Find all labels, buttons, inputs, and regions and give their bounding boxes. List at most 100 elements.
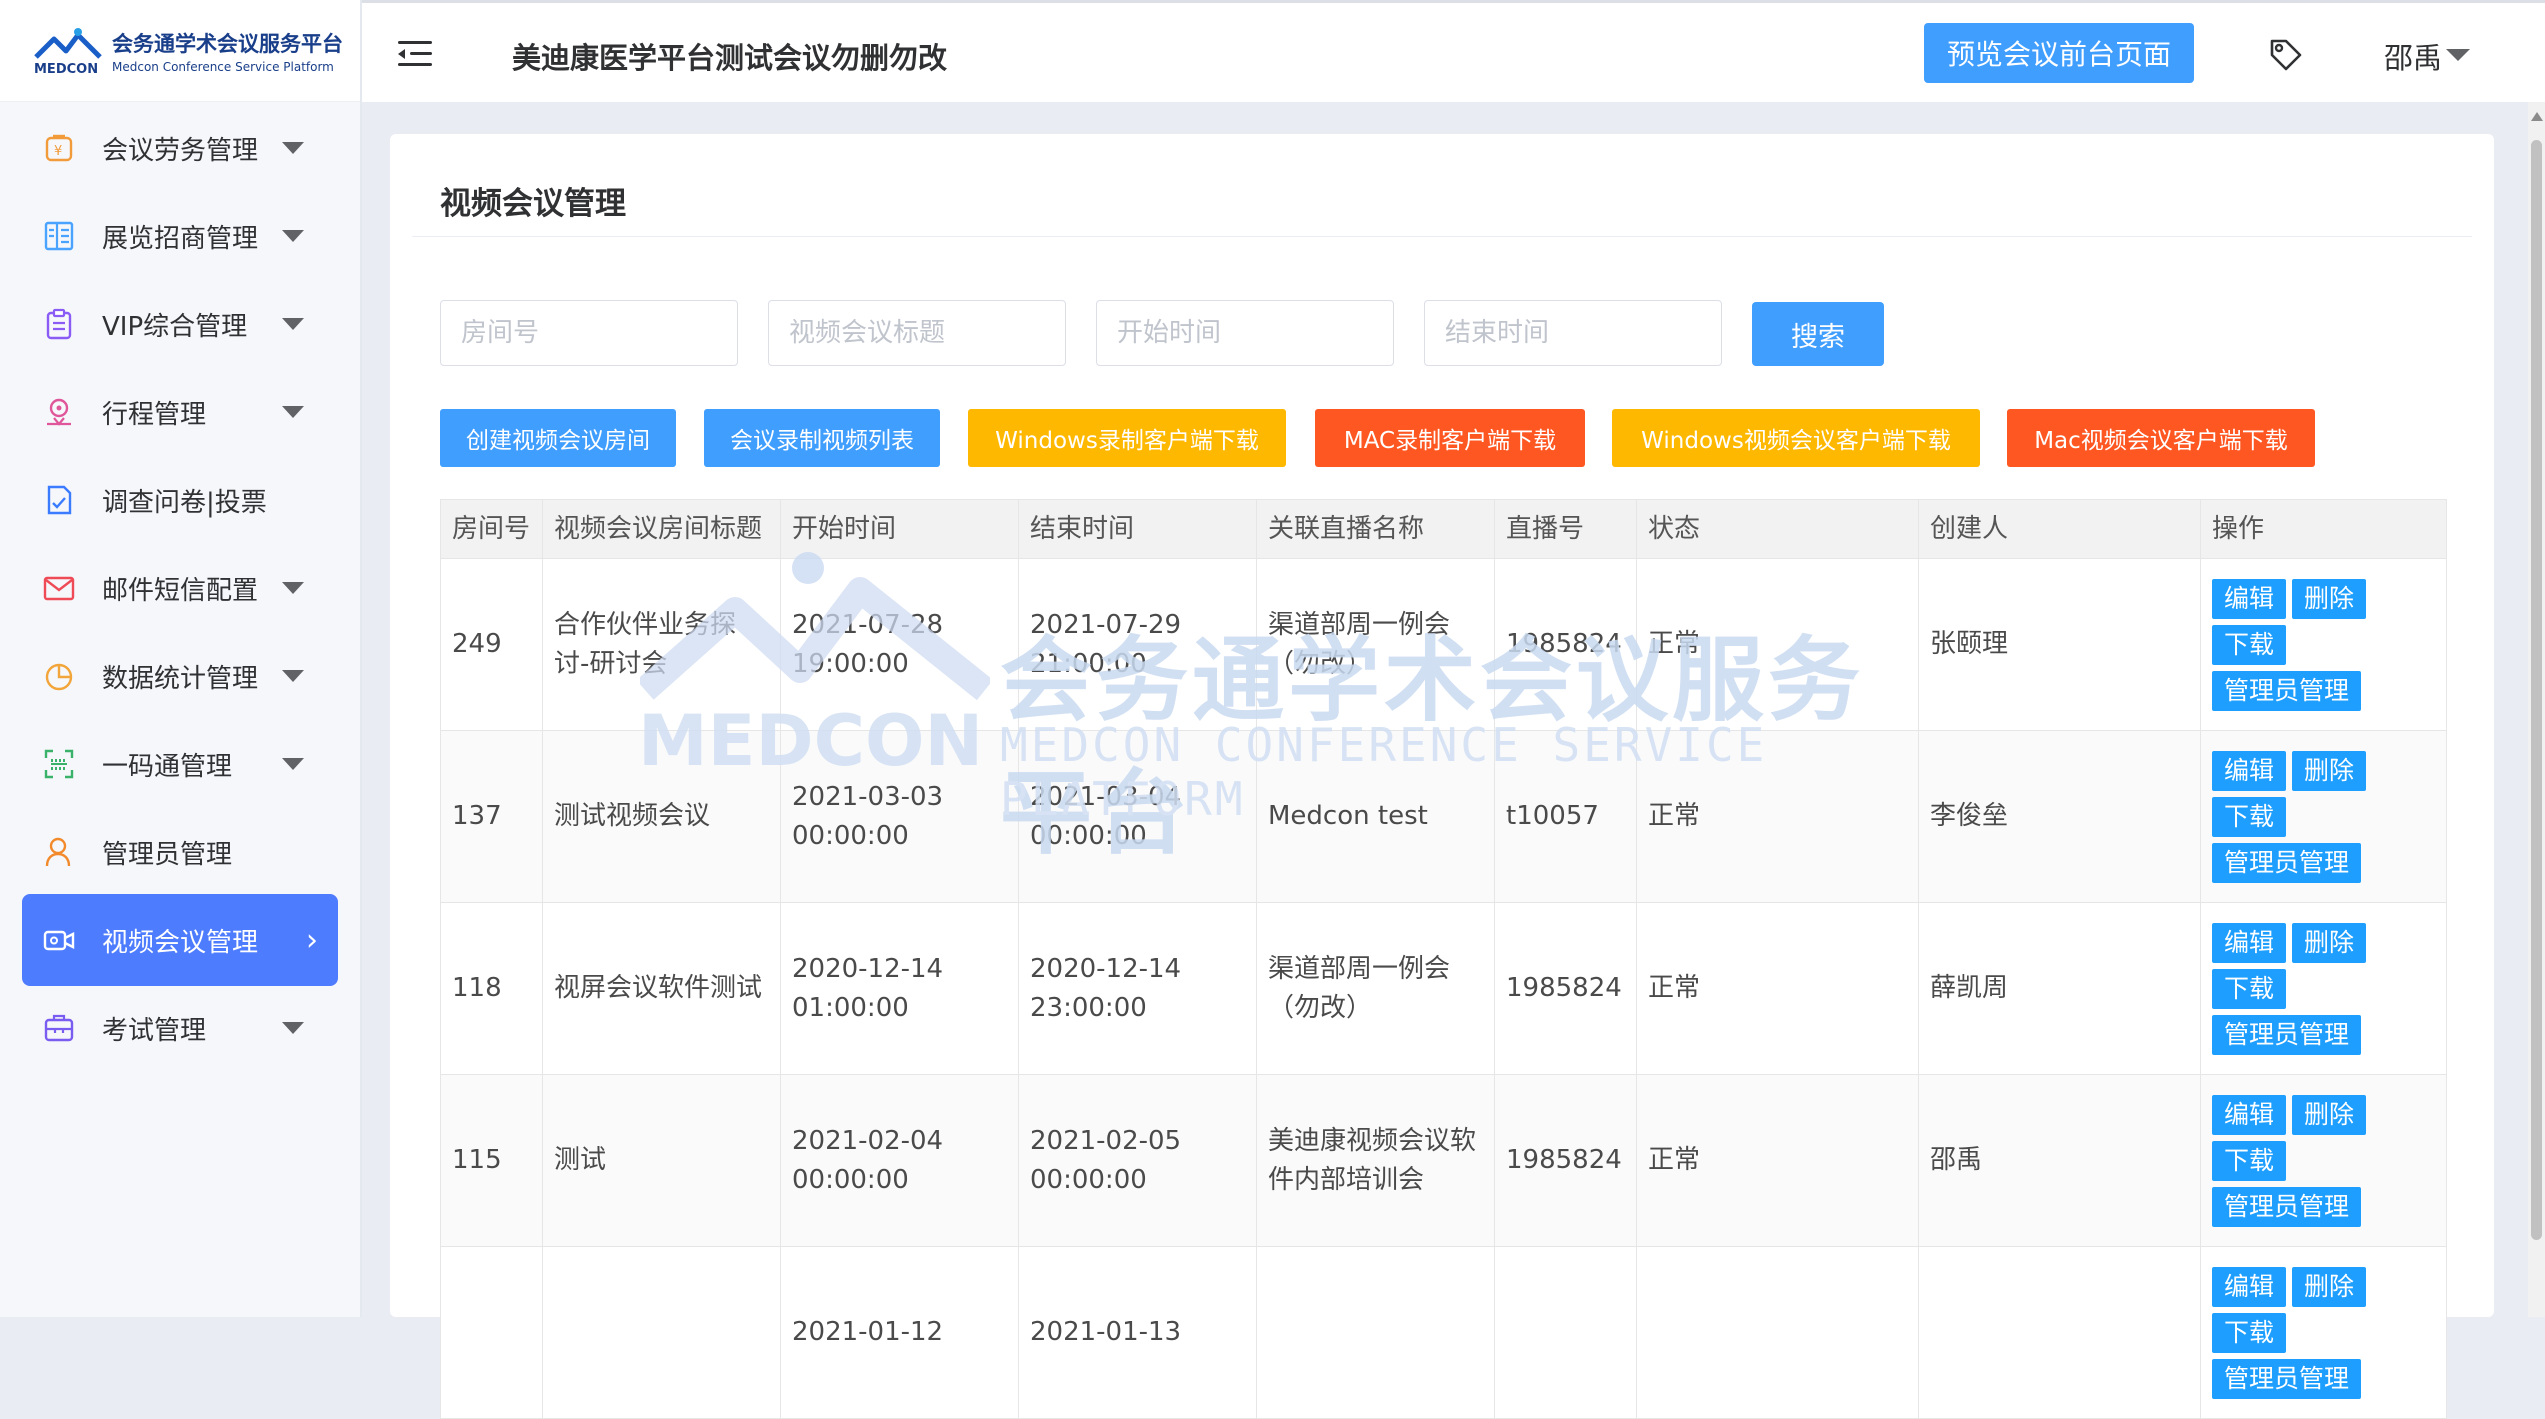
manage-admins-button[interactable]: 管理员管理 [2212, 842, 2362, 883]
create-room-button[interactable]: 创建视频会议房间 [440, 409, 676, 467]
brand-name: 会务通学术会议服务平台 [112, 31, 343, 56]
download-button[interactable]: 下载 [2212, 968, 2287, 1009]
cell-end: 2020-12-14 23:00:00 [1018, 902, 1257, 1075]
delete-button[interactable]: 删除 [2292, 1266, 2367, 1307]
collapse-menu-icon[interactable] [398, 39, 432, 69]
table-row: 249 合作伙伴业务探讨-研讨会 2021-07-28 19:00:00 2021-07… [440, 558, 2447, 731]
edit-button[interactable]: 编辑 [2212, 1094, 2287, 1135]
cell-operations: 编辑 删除 下载管理员管理 [2200, 902, 2447, 1075]
column-header[interactable]: 结束时间 [1018, 499, 1257, 559]
download-button[interactable]: 下载 [2212, 1140, 2287, 1181]
page-title: 视频会议管理 [440, 186, 626, 222]
cell-start: 2021-07-28 19:00:00 [780, 558, 1019, 731]
delete-button[interactable]: 删除 [2292, 750, 2367, 791]
sidebar-item-labor[interactable]: ¥ 会议劳务管理 [22, 102, 338, 194]
meeting-title-input[interactable] [768, 300, 1066, 366]
sidebar-item-vip[interactable]: VIP综合管理 [22, 278, 338, 370]
column-header[interactable]: 关联直播名称 [1256, 499, 1495, 559]
column-header[interactable]: 开始时间 [780, 499, 1019, 559]
sidebar-item-label: 邮件短信配置 [102, 575, 259, 606]
sidebar-item-label: VIP综合管理 [102, 311, 248, 342]
edit-button[interactable]: 编辑 [2212, 922, 2287, 963]
windows-recorder-download-button[interactable]: Windows录制客户端下载 [968, 409, 1286, 467]
edit-button[interactable]: 编辑 [2212, 750, 2287, 791]
room-number-input[interactable] [440, 300, 738, 366]
scroll-up-icon[interactable] [2531, 112, 2543, 121]
manage-admins-button[interactable]: 管理员管理 [2212, 1186, 2362, 1227]
page-scrollbar[interactable] [2528, 102, 2545, 1317]
recording-list-button[interactable]: 会议录制视频列表 [704, 409, 940, 467]
sidebar: MEDCON 会务通学术会议服务平台 Medcon Conference Ser… [0, 0, 362, 1317]
start-time-input[interactable] [1096, 300, 1394, 366]
cell-start: 2020-12-14 01:00:00 [780, 902, 1019, 1075]
sidebar-item-statistics[interactable]: 数据统计管理 [22, 630, 338, 722]
preview-frontend-button[interactable]: 预览会议前台页面 [1924, 23, 2194, 83]
cell-creator: 张颐理 [1918, 558, 2201, 731]
caret-down-icon[interactable] [2446, 49, 2470, 61]
cell-room [440, 1246, 543, 1419]
cell-live-no: 1985824 [1494, 902, 1637, 1075]
delete-button[interactable]: 删除 [2292, 922, 2367, 963]
cell-end-time: 00:00:00 [1030, 1164, 1147, 1195]
download-button[interactable]: 下载 [2212, 624, 2287, 665]
user-menu[interactable]: 邵禹 [2384, 35, 2442, 77]
end-time-input[interactable] [1424, 300, 1722, 366]
manage-admins-button[interactable]: 管理员管理 [2212, 1358, 2362, 1399]
mac-meeting-client-download-button[interactable]: Mac视频会议客户端下载 [2007, 409, 2315, 467]
cell-creator: 邵禹 [1918, 1074, 2201, 1247]
tag-icon[interactable] [2268, 37, 2304, 73]
column-header[interactable]: 创建人 [1918, 499, 2201, 559]
cell-title: 测试视频会议 [542, 730, 781, 903]
edit-button[interactable]: 编辑 [2212, 578, 2287, 619]
cell-end-time: 00:00:00 [1030, 820, 1147, 851]
exam-icon [44, 1014, 74, 1042]
download-button[interactable]: 下载 [2212, 1312, 2287, 1353]
money-bag-icon: ¥ [45, 134, 73, 162]
cell-status: 正常 [1636, 1074, 1919, 1247]
cell-status: 正常 [1636, 902, 1919, 1075]
cell-room: 137 [440, 730, 543, 903]
scrollbar-thumb[interactable] [2531, 140, 2542, 1240]
column-header[interactable]: 房间号 [440, 499, 543, 559]
cell-end: 2021-03-04 00:00:00 [1018, 730, 1257, 903]
cell-creator: 薛凯周 [1918, 902, 2201, 1075]
brand-tagline: Medcon Conference Service Platform [112, 59, 334, 74]
cell-start-time: 00:00:00 [792, 1164, 909, 1195]
video-camera-icon [43, 930, 75, 951]
windows-meeting-client-download-button[interactable]: Windows视频会议客户端下载 [1612, 409, 1980, 467]
manage-admins-button[interactable]: 管理员管理 [2212, 1014, 2362, 1055]
caret-down-icon [282, 670, 304, 682]
search-button[interactable]: 搜索 [1752, 302, 1884, 366]
delete-button[interactable]: 删除 [2292, 578, 2367, 619]
sidebar-item-one-code[interactable]: 一码通管理 [22, 718, 338, 810]
scan-code-icon [44, 749, 74, 779]
sidebar-item-itinerary[interactable]: 行程管理 [22, 366, 338, 458]
cell-end-date: 2020-12-14 [1030, 953, 1182, 984]
table-header-row: 房间号 视频会议房间标题 开始时间 结束时间 关联直播名称 直播号 状态 创建人… [440, 499, 2447, 559]
mail-icon [43, 576, 75, 601]
cell-status: 正常 [1636, 730, 1919, 903]
column-header[interactable]: 状态 [1636, 499, 1919, 559]
brand-logo[interactable]: MEDCON 会务通学术会议服务平台 Medcon Conference Ser… [0, 0, 360, 102]
cell-start: 2021-01-12 [780, 1246, 1019, 1419]
cell-end-date: 2021-01-13 [1030, 1317, 1182, 1347]
sidebar-item-mail-sms[interactable]: 邮件短信配置 [22, 542, 338, 634]
column-header[interactable]: 操作 [2200, 499, 2447, 559]
sidebar-item-admins[interactable]: 管理员管理 [22, 806, 338, 898]
sidebar-item-survey[interactable]: 调查问卷|投票 [22, 454, 338, 546]
column-header[interactable]: 视频会议房间标题 [542, 499, 781, 559]
caret-down-icon [282, 1022, 304, 1034]
sidebar-item-exam[interactable]: 考试管理 [22, 982, 338, 1074]
delete-button[interactable]: 删除 [2292, 1094, 2367, 1135]
cell-end-date: 2021-03-04 [1030, 781, 1182, 812]
mac-recorder-download-button[interactable]: MAC录制客户端下载 [1315, 409, 1585, 467]
edit-button[interactable]: 编辑 [2212, 1266, 2287, 1307]
manage-admins-button[interactable]: 管理员管理 [2212, 670, 2362, 711]
sidebar-item-exhibition[interactable]: 展览招商管理 [22, 190, 338, 282]
cell-operations: 编辑 删除 下载管理员管理 [2200, 1074, 2447, 1247]
sidebar-item-video-meeting[interactable]: 视频会议管理 › [22, 894, 338, 986]
download-button[interactable]: 下载 [2212, 796, 2287, 837]
cell-start-time: 00:00:00 [792, 820, 909, 851]
content-card: 视频会议管理 搜索 创建视频会议房间 会议录制视频列表 Windows录制客户端… [390, 134, 2494, 1419]
column-header[interactable]: 直播号 [1494, 499, 1637, 559]
